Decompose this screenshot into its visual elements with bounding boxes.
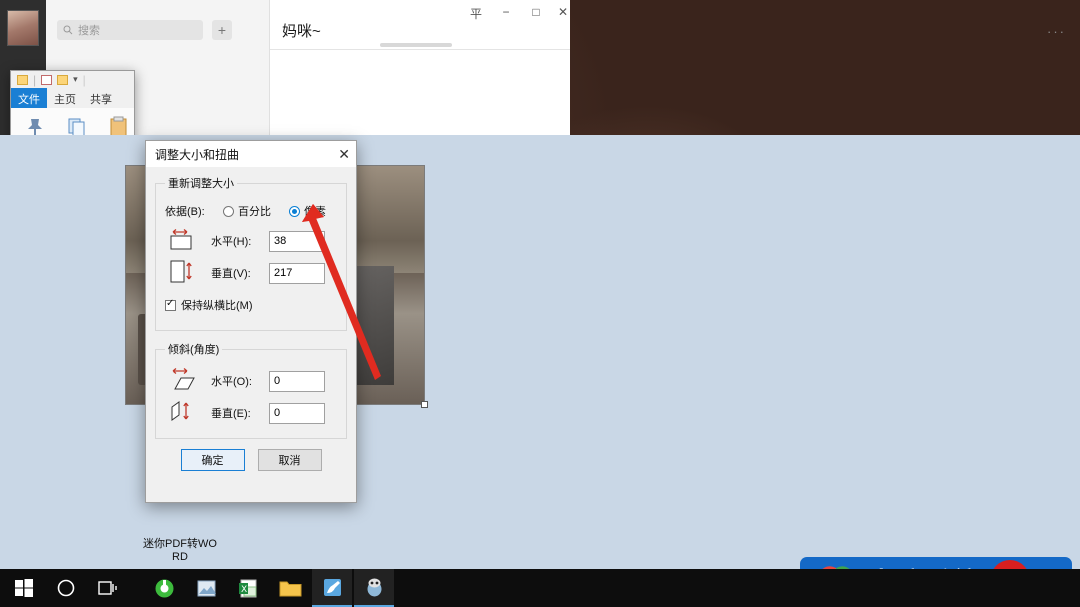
- task-view-button[interactable]: [88, 569, 128, 607]
- vertical-skew-label: 垂直(E):: [211, 408, 251, 420]
- qq-taskbar-icon: [367, 578, 381, 596]
- explorer-quick-access-toolbar[interactable]: | ▾ |: [11, 71, 134, 88]
- taskbar-item-excel[interactable]: X: [228, 569, 268, 607]
- cortana-button[interactable]: [46, 569, 86, 607]
- basis-label: 依据(B):: [165, 206, 205, 218]
- canvas-resize-handle[interactable]: [421, 401, 428, 408]
- taskbar-item-paint[interactable]: [312, 569, 352, 607]
- chat-contact-title: 妈咪~: [282, 23, 321, 40]
- task-view-icon: [98, 581, 117, 595]
- chat-add-button[interactable]: +: [212, 20, 232, 40]
- chat-tab-indicator[interactable]: [380, 43, 452, 47]
- explorer-tab-home[interactable]: 主页: [47, 88, 83, 108]
- paint-taskbar-icon: [323, 578, 341, 596]
- chat-divider: [270, 49, 570, 50]
- vertical-skew-icon: [165, 398, 211, 429]
- resize-legend: 重新调整大小: [168, 178, 234, 190]
- horizontal-skew-icon: [165, 367, 211, 396]
- explorer-tab-file[interactable]: 文件: [11, 88, 47, 108]
- radio-percentage-input[interactable]: [223, 205, 234, 217]
- explorer-tab-share[interactable]: 共享: [83, 88, 119, 108]
- picture-taskbar-icon: [197, 580, 216, 596]
- svg-text:X: X: [241, 585, 247, 595]
- dialog-close-button[interactable]: ✕: [338, 146, 350, 163]
- skew-section: 倾斜(角度) 水平(O): 垂直(E):: [155, 341, 347, 439]
- resize-skew-dialog[interactable]: 调整大小和扭曲 ✕ 重新调整大小 依据(B): 百分比 像素 水平(H): 38…: [145, 140, 357, 503]
- maintain-aspect-ratio-label: 保持纵横比(M): [181, 300, 253, 312]
- desktop-icon-pdf-to-word[interactable]: 迷你PDF转WORD: [140, 536, 220, 563]
- chat-close-button[interactable]: ✕: [552, 5, 574, 19]
- maintain-aspect-ratio-checkbox[interactable]: [165, 298, 176, 311]
- chat-more-button[interactable]: ···: [1047, 24, 1066, 39]
- taskbar-item-folder[interactable]: [270, 569, 310, 607]
- resize-section: 重新调整大小 依据(B): 百分比 像素 水平(H): 38 垂直(V): 21…: [155, 175, 347, 331]
- skew-legend: 倾斜(角度): [168, 344, 220, 356]
- vertical-resize-label: 垂直(V):: [211, 268, 251, 280]
- horizontal-resize-label: 水平(H):: [211, 236, 252, 248]
- horizontal-resize-input[interactable]: [269, 230, 325, 252]
- dialog-title-bar: 调整大小和扭曲 ✕: [146, 141, 356, 167]
- radio-pixels-label: 像素: [304, 206, 326, 218]
- chevron-down-icon[interactable]: ▾: [73, 74, 78, 85]
- horizontal-resize-icon: [165, 228, 211, 255]
- vertical-resize-input[interactable]: [269, 262, 325, 284]
- folder-taskbar-icon: [279, 581, 301, 596]
- excel-taskbar-icon: X: [238, 579, 256, 597]
- avatar[interactable]: [7, 10, 39, 46]
- cortana-icon: [57, 579, 75, 597]
- folder-icon[interactable]: [17, 74, 28, 85]
- chat-search-input[interactable]: 搜索: [57, 20, 203, 40]
- radio-percentage-label: 百分比: [238, 206, 271, 218]
- cancel-button[interactable]: 取消: [257, 449, 322, 471]
- radio-pixels[interactable]: 像素: [289, 203, 326, 219]
- vertical-resize-icon: [165, 258, 211, 289]
- desktop-icon-label: 迷你PDF转WORD: [143, 538, 217, 563]
- new-folder-icon[interactable]: [57, 74, 69, 85]
- chat-maximize-button[interactable]: □: [525, 5, 547, 19]
- explorer-tab-bar[interactable]: 文件 主页 共享: [11, 88, 134, 108]
- radio-percentage[interactable]: 百分比: [223, 203, 271, 219]
- dialog-title: 调整大小和扭曲: [155, 147, 240, 162]
- horizontal-skew-input[interactable]: [269, 370, 325, 392]
- taskbar-item-qq[interactable]: [354, 569, 394, 607]
- vertical-skew-input[interactable]: [269, 402, 325, 424]
- taskbar-item-pictures[interactable]: [186, 569, 226, 607]
- chat-minimize-button[interactable]: −: [495, 5, 517, 19]
- ok-button[interactable]: 确定: [180, 449, 245, 471]
- search-icon: [63, 25, 73, 35]
- chrome-taskbar-icon: [155, 579, 173, 597]
- horizontal-skew-label: 水平(O):: [211, 376, 252, 388]
- chat-pin-button[interactable]: 平: [465, 5, 487, 22]
- taskbar[interactable]: X: [0, 569, 1080, 607]
- radio-pixels-input[interactable]: [289, 205, 300, 217]
- chat-search-placeholder: 搜索: [78, 25, 100, 37]
- start-button[interactable]: [4, 569, 44, 607]
- start-icon: [15, 579, 33, 597]
- taskbar-item-chrome[interactable]: [144, 569, 184, 607]
- properties-icon[interactable]: [41, 74, 53, 85]
